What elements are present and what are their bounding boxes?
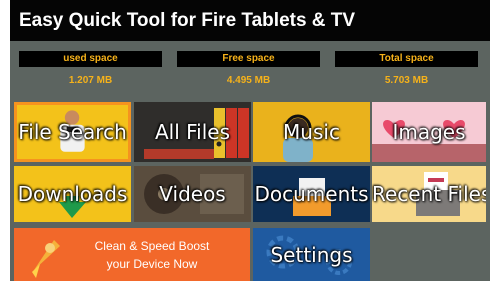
used-space-stat: used space 1.207 MB bbox=[19, 51, 162, 86]
app-title: Easy Quick Tool for Fire Tablets & TV bbox=[10, 0, 490, 41]
total-space-value: 5.703 MB bbox=[384, 75, 429, 86]
total-space-stat: Total space 5.703 MB bbox=[335, 51, 478, 86]
free-space-value: 4.495 MB bbox=[226, 75, 271, 86]
downloads-tile[interactable]: Downloads bbox=[14, 166, 131, 222]
used-space-value: 1.207 MB bbox=[68, 75, 113, 86]
videos-tile[interactable]: Videos bbox=[134, 166, 251, 222]
file-search-tile[interactable]: File Search bbox=[14, 102, 131, 162]
images-tile[interactable]: Images bbox=[372, 102, 486, 162]
free-space-label: Free space bbox=[177, 51, 320, 67]
total-space-label: Total space bbox=[335, 51, 478, 67]
recent-files-label: Recent Files bbox=[372, 182, 486, 206]
music-label: Music bbox=[283, 120, 340, 144]
free-space-stat: Free space 4.495 MB bbox=[177, 51, 320, 86]
recent-files-tile[interactable]: Recent Files bbox=[372, 166, 486, 222]
all-files-tile[interactable]: All Files bbox=[134, 102, 251, 162]
videos-label: Videos bbox=[159, 182, 226, 206]
settings-label: Settings bbox=[270, 242, 353, 267]
documents-label: Documents bbox=[254, 182, 369, 206]
downloads-label: Downloads bbox=[17, 182, 128, 206]
images-label: Images bbox=[392, 120, 466, 144]
promo-line-2: your Device Now bbox=[106, 256, 198, 271]
promo-banner[interactable]: Clean & Speed Boost your Device Now bbox=[14, 228, 250, 281]
used-space-label: used space bbox=[19, 51, 162, 67]
settings-tile[interactable]: Settings bbox=[253, 228, 370, 281]
promo-line-1: Clean & Speed Boost bbox=[94, 238, 210, 253]
app-window: Easy Quick Tool for Fire Tablets & TV us… bbox=[10, 0, 490, 281]
music-tile[interactable]: Music bbox=[253, 102, 370, 162]
documents-tile[interactable]: Documents bbox=[253, 166, 370, 222]
file-search-label: File Search bbox=[18, 120, 127, 144]
all-files-label: All Files bbox=[154, 120, 231, 144]
